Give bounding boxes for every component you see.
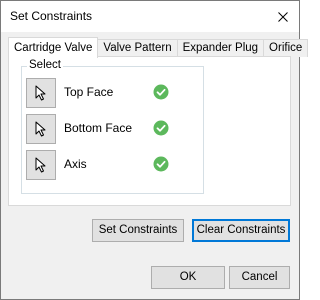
title-bar: Set Constraints — [1, 1, 299, 32]
tab-strip: Cartridge Valve Valve Pattern Expander P… — [8, 37, 309, 58]
pick-top-face-button[interactable] — [26, 78, 56, 108]
tab-orifice[interactable]: Orifice — [263, 39, 309, 57]
check-icon — [153, 120, 169, 136]
cursor-arrow-icon — [35, 121, 46, 137]
window-title: Set Constraints — [10, 9, 93, 23]
close-button[interactable] — [273, 7, 293, 27]
select-row-axis: Axis — [26, 150, 198, 180]
close-icon — [278, 12, 288, 22]
check-icon — [153, 84, 169, 100]
tab-expander-plug[interactable]: Expander Plug — [176, 39, 265, 57]
set-constraints-dialog: Set Constraints Cartridge Valve Valve Pa… — [0, 0, 309, 300]
select-row-top-face: Top Face — [26, 78, 198, 108]
bottom-face-label: Bottom Face — [64, 121, 133, 135]
pick-axis-button[interactable] — [26, 150, 56, 180]
tab-cartridge-valve[interactable]: Cartridge Valve — [8, 37, 99, 58]
cancel-button[interactable]: Cancel — [229, 266, 290, 289]
ok-button[interactable]: OK — [151, 266, 225, 289]
tab-valve-pattern[interactable]: Valve Pattern — [97, 39, 178, 57]
clear-constraints-button[interactable]: Clear Constraints — [192, 219, 290, 242]
select-groupbox: Select Top Face Bottom Face Axis — [21, 59, 204, 194]
select-group-label: Select — [27, 59, 63, 71]
top-face-label: Top Face — [64, 85, 114, 99]
axis-label: Axis — [64, 157, 87, 171]
cursor-arrow-icon — [35, 85, 46, 101]
check-icon — [153, 156, 169, 172]
set-constraints-button[interactable]: Set Constraints — [92, 219, 184, 242]
cursor-arrow-icon — [35, 157, 46, 173]
tab-panel-cartridge-valve: Select Top Face Bottom Face Axis — [8, 56, 291, 206]
select-row-bottom-face: Bottom Face — [26, 114, 198, 144]
pick-bottom-face-button[interactable] — [26, 114, 56, 144]
